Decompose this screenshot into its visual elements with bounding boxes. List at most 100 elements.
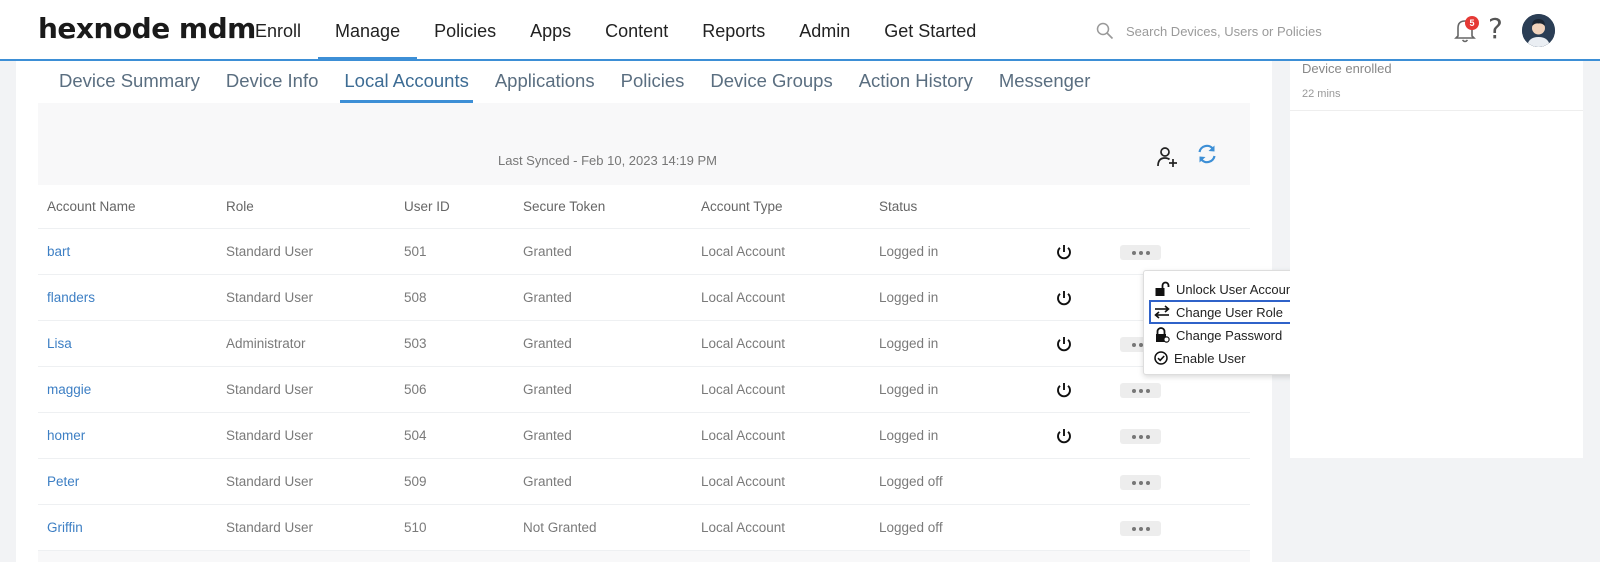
dot-icon xyxy=(1138,434,1143,439)
account-type-cell: Local Account xyxy=(701,290,786,305)
more-actions-button[interactable] xyxy=(1120,429,1161,444)
column-header-account-name[interactable]: Account Name xyxy=(47,185,136,229)
menu-item-unlock-user-account[interactable]: Unlock User Account xyxy=(1154,279,1297,299)
nav-item-enroll[interactable]: Enroll xyxy=(238,0,318,59)
tab-device-groups[interactable]: Device Groups xyxy=(710,61,832,103)
nav-item-admin[interactable]: Admin xyxy=(782,0,867,59)
tab-messenger[interactable]: Messenger xyxy=(999,61,1091,103)
dot-icon xyxy=(1131,434,1136,439)
search-icon xyxy=(1096,22,1114,40)
dot-icon xyxy=(1138,342,1143,347)
column-header-account-type[interactable]: Account Type xyxy=(701,185,783,229)
dot-icon xyxy=(1138,388,1143,393)
dot-icon xyxy=(1138,480,1143,485)
secure-token-cell: Granted xyxy=(523,336,572,351)
account-type-cell: Local Account xyxy=(701,336,786,351)
user-id-cell: 503 xyxy=(404,336,427,351)
account-type-cell: Local Account xyxy=(701,382,786,397)
nav-item-policies[interactable]: Policies xyxy=(417,0,513,59)
dot-icon xyxy=(1138,526,1143,531)
account-name-link[interactable]: bart xyxy=(47,229,70,275)
account-name-link[interactable]: Peter xyxy=(47,459,79,505)
logout-button[interactable] xyxy=(1055,335,1073,356)
status-cell: Logged off xyxy=(879,520,943,535)
secure-token-cell: Not Granted xyxy=(523,520,597,535)
dot-icon xyxy=(1131,388,1136,393)
status-cell: Logged off xyxy=(879,474,943,489)
nav-item-content[interactable]: Content xyxy=(588,0,685,59)
more-actions-button[interactable] xyxy=(1120,383,1161,398)
power-icon xyxy=(1057,337,1071,352)
account-name-link[interactable]: maggie xyxy=(47,367,91,413)
more-actions-button[interactable] xyxy=(1120,475,1161,490)
more-actions-button[interactable] xyxy=(1120,245,1161,260)
column-header-role[interactable]: Role xyxy=(226,185,254,229)
logout-button[interactable] xyxy=(1055,243,1073,264)
search-input[interactable] xyxy=(1126,19,1386,43)
secure-token-cell: Granted xyxy=(523,428,572,443)
account-name-link[interactable]: homer xyxy=(47,413,85,459)
add-user-button[interactable] xyxy=(1156,145,1180,174)
tab-action-history[interactable]: Action History xyxy=(859,61,973,103)
add-user-icon xyxy=(1157,147,1177,167)
last-synced-text: Last Synced - Feb 10, 2023 14:19 PM xyxy=(498,153,717,168)
secure-token-cell: Granted xyxy=(523,382,572,397)
role-cell: Administrator xyxy=(226,336,306,351)
table-row: bart Standard User 501 Granted Local Account… xyxy=(38,229,1250,275)
menu-item-label: Enable User xyxy=(1174,350,1246,366)
top-navigation-bar: hexnode mdm Enroll Manage Policies Apps … xyxy=(0,0,1600,61)
column-header-user-id[interactable]: User ID xyxy=(404,185,450,229)
tab-device-info[interactable]: Device Info xyxy=(226,61,319,103)
device-detail-card: Device Summary Device Info Local Account… xyxy=(16,61,1272,562)
dot-icon xyxy=(1131,342,1136,347)
tab-applications[interactable]: Applications xyxy=(495,61,595,103)
refresh-button[interactable] xyxy=(1196,143,1218,170)
secure-token-cell: Granted xyxy=(523,474,572,489)
main-nav: Enroll Manage Policies Apps Content Repo… xyxy=(238,0,993,60)
logout-button[interactable] xyxy=(1055,427,1073,448)
logout-button[interactable] xyxy=(1055,381,1073,402)
user-id-cell: 504 xyxy=(404,428,427,443)
menu-item-change-user-role[interactable]: Change User Role xyxy=(1149,300,1295,324)
hexnode-logo[interactable]: hexnode mdm xyxy=(38,12,256,45)
help-icon[interactable]: ? xyxy=(1488,12,1503,45)
dot-icon xyxy=(1145,480,1150,485)
activity-panel: Device enrolled 22 mins xyxy=(1290,61,1583,458)
account-name-link[interactable]: Lisa xyxy=(47,321,72,367)
tab-policies[interactable]: Policies xyxy=(621,61,685,103)
user-id-cell: 506 xyxy=(404,382,427,397)
table-row: flanders Standard User 508 Granted Local Acc… xyxy=(38,275,1250,321)
notifications-button[interactable]: 5 xyxy=(1452,16,1479,44)
dot-icon xyxy=(1145,250,1150,255)
nav-item-manage[interactable]: Manage xyxy=(318,0,418,60)
nav-item-reports[interactable]: Reports xyxy=(685,0,782,59)
column-header-status[interactable]: Status xyxy=(879,185,917,229)
column-header-secure-token[interactable]: Secure Token xyxy=(523,185,605,229)
status-cell: Logged in xyxy=(879,290,939,305)
unlock-icon xyxy=(1155,281,1170,296)
account-name-link[interactable]: Griffin xyxy=(47,505,83,551)
status-cell: Logged in xyxy=(879,244,939,259)
power-icon xyxy=(1057,429,1071,444)
check-circle-icon xyxy=(1154,351,1168,365)
nav-item-get-started[interactable]: Get Started xyxy=(867,0,993,59)
table-row: maggie Standard User 506 Granted Local Accou… xyxy=(38,367,1250,413)
account-name-link[interactable]: flanders xyxy=(47,275,95,321)
nav-item-apps[interactable]: Apps xyxy=(513,0,588,59)
table-row: Griffin Standard User 510 Not Granted Local … xyxy=(38,505,1250,551)
menu-item-enable-user[interactable]: Enable User xyxy=(1154,348,1246,368)
secure-token-cell: Granted xyxy=(523,290,572,305)
menu-item-change-password[interactable]: Change Password xyxy=(1154,325,1282,345)
logout-button[interactable] xyxy=(1055,289,1073,310)
tab-device-summary[interactable]: Device Summary xyxy=(59,61,200,103)
secure-token-cell: Granted xyxy=(523,244,572,259)
user-avatar[interactable] xyxy=(1522,14,1555,47)
tab-local-accounts[interactable]: Local Accounts xyxy=(340,61,474,103)
menu-item-label: Change User Role xyxy=(1176,304,1283,320)
role-cell: Standard User xyxy=(226,244,314,259)
dot-icon xyxy=(1131,250,1136,255)
more-actions-button[interactable] xyxy=(1120,521,1161,536)
user-id-cell: 509 xyxy=(404,474,427,489)
power-icon xyxy=(1057,383,1071,398)
notification-count-badge: 5 xyxy=(1465,16,1479,30)
